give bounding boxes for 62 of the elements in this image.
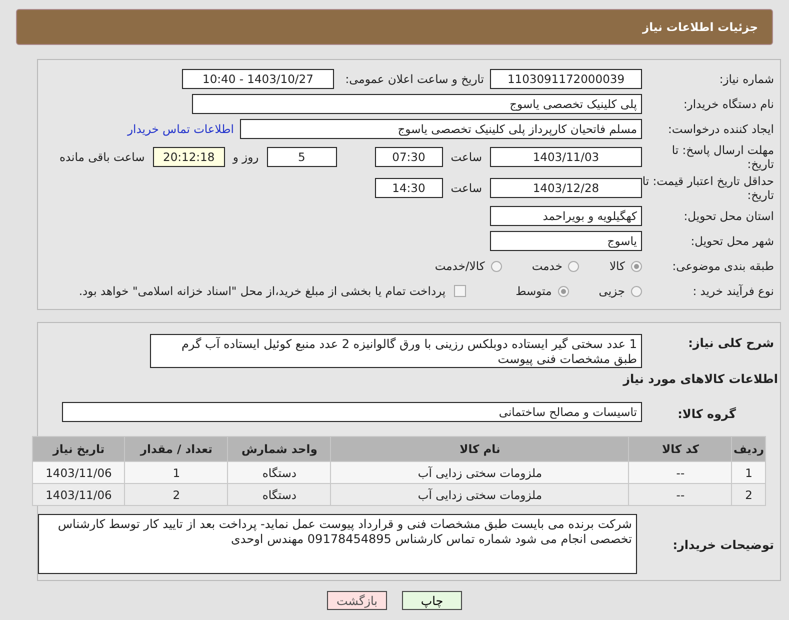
column-header: واحد شمارش <box>228 437 330 461</box>
action-button[interactable]: چاپ <box>402 591 462 610</box>
table-cell: -- <box>629 462 732 483</box>
radio-option[interactable]: کالا <box>609 259 642 273</box>
payment-note: پرداخت تمام یا بخشی از مبلغ خرید،از محل "اسناد خزانه اسلامی" خواهد بود. <box>78 284 446 298</box>
field-label: استان محل تحویل: <box>682 209 775 223</box>
table-cell: دستگاه <box>228 484 330 505</box>
date-field: 1403/12/28 <box>490 178 642 198</box>
action-button[interactable]: بازگشت <box>327 591 387 610</box>
column-header: نام کالا <box>331 437 628 461</box>
field-label: شهر محل تحویل: <box>690 234 775 248</box>
table-cell: 2 <box>732 484 765 505</box>
table-cell: 1 <box>125 462 228 483</box>
table-cell: 2 <box>125 484 228 505</box>
table-cell: 1403/11/06 <box>33 462 124 483</box>
table-cell: 1 <box>732 462 765 483</box>
column-header: تعداد / مقدار <box>125 437 228 461</box>
field-label: توضیحات خریدار: <box>672 537 775 552</box>
city-field: یاسوج <box>490 231 642 251</box>
table-cell: دستگاه <box>228 462 330 483</box>
table-cell: 1403/11/06 <box>33 484 124 505</box>
field-label: مهلت ارسال پاسخ: تا تاریخ: <box>670 143 775 171</box>
radio-option[interactable]: جزیی <box>598 284 642 298</box>
field-label: ساعت <box>450 150 482 164</box>
time-field: 07:30 <box>374 147 443 167</box>
time-field: 14:30 <box>374 178 443 198</box>
radio-option[interactable]: خدمت <box>532 259 580 273</box>
radio-option[interactable]: کالا/خدمت <box>434 259 502 273</box>
field-label: ساعت <box>450 181 482 195</box>
buyer-org-field: پلی کلینیک تخصصی یاسوج <box>192 94 642 114</box>
announce-date-field: 1403/10/27 - 10:40 <box>182 69 334 89</box>
buyer-notes-field: شرکت برنده می بایست طبق مشخصات فنی و قرارداد پیوست عمل نماید- پرداخت بعد از تایید کار توسط کارشناس تخصصی انجام می شود شماره تماس کارشناس 09178454895 مهندس اوحدی <box>38 514 637 574</box>
days-field: 5 <box>266 147 337 167</box>
column-header: تاریخ نیاز <box>33 437 124 461</box>
field-label: ساعت باقی مانده <box>60 150 145 164</box>
requester-field: مسلم فاتحیان کارپرداز پلی کلینیک تخصصی یاسوج <box>240 119 642 139</box>
field-label: ایجاد کننده درخواست: <box>667 122 775 136</box>
section-heading: اطلاعات کالاهای مورد نیاز <box>622 372 778 386</box>
column-header: کد کالا <box>629 437 732 461</box>
radio-option[interactable]: متوسط <box>516 284 569 298</box>
buyer-contact-link[interactable]: اطلاعات تماس خریدار <box>127 122 234 136</box>
field-label: گروه کالا: <box>676 406 737 421</box>
table-cell: -- <box>629 484 732 505</box>
page-title: جزئیات اطلاعات نیاز <box>642 20 758 34</box>
field-label: نام دستگاه خریدار: <box>682 97 775 111</box>
field-label: نوع فرآیند خرید : <box>692 284 775 298</box>
table-cell: ملزومات سختی زدایی آب <box>331 462 628 483</box>
date-field: 1403/11/03 <box>490 147 642 167</box>
field-label: روز و <box>232 150 259 164</box>
table-cell: ملزومات سختی زدایی آب <box>331 484 628 505</box>
field-label: حداقل تاریخ اعتبار قیمت: تا تاریخ: <box>642 174 775 202</box>
field-label: طبقه بندی موضوعی: <box>671 259 775 273</box>
need-number-field: 1103091172000039 <box>490 69 642 89</box>
field-label: شماره نیاز: <box>718 72 775 86</box>
column-header: ردیف <box>732 437 765 461</box>
province-field: کهگیلویه و بویراحمد <box>490 206 642 226</box>
field-label: شرح کلی نیاز: <box>687 335 775 350</box>
description-field: 1 عدد سختی گیر ایستاده دوبلکس رزینی با ورق گالوانیزه 2 عدد منبع کوئیل ایستاده آب گرم طبق مشخصات فنی پیوست <box>150 334 642 368</box>
checkbox[interactable] <box>454 285 466 297</box>
remaining-time-field: 20:12:18 <box>152 147 225 167</box>
goods-group-field: تاسیسات و مصالح ساختمانی <box>62 402 642 422</box>
field-label: تاریخ و ساعت اعلان عمومی: <box>344 72 484 86</box>
